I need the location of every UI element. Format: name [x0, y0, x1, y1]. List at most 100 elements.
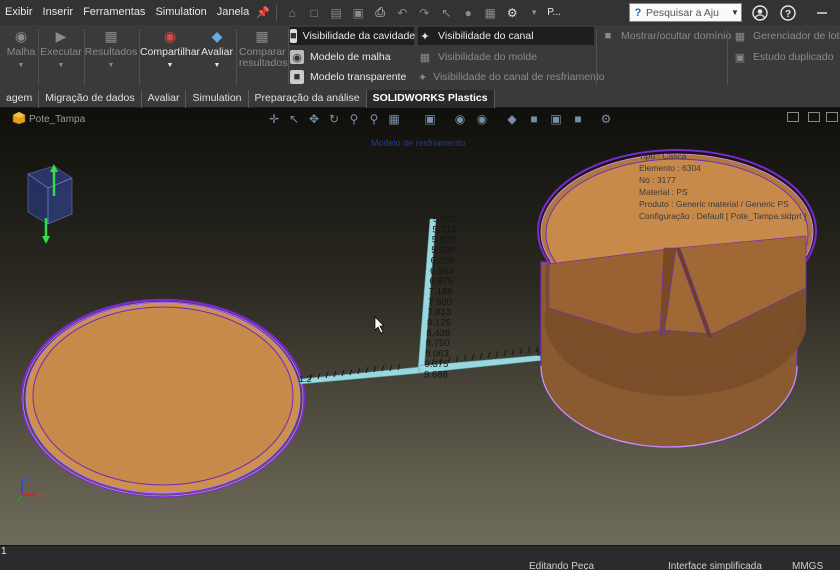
evaluate-button[interactable]: ◆ Avaliar ▼ — [200, 27, 234, 70]
chevron-down-icon[interactable]: ▼ — [214, 62, 221, 69]
info-type: Tipo : Casca — [639, 151, 687, 161]
batch-manager-label: Gerenciador de lotes — [753, 30, 840, 42]
runner-left-label: 1.2 — [299, 374, 312, 384]
chevron-down-icon[interactable]: ▼ — [18, 62, 25, 69]
view-orientation-icon[interactable]: ✛ — [265, 111, 283, 127]
compare-icon: ▦ — [255, 27, 269, 44]
realview-icon[interactable]: ■ — [569, 111, 587, 127]
view-cube[interactable] — [27, 164, 73, 244]
scale-label: 6.563 — [430, 266, 454, 277]
new-document-icon[interactable]: □ — [303, 3, 325, 23]
mouse-cursor — [374, 316, 385, 334]
channel-visibility-label: Visibilidade do canal — [438, 30, 534, 42]
search-input[interactable]: Pesquisar a Aju — [646, 7, 731, 19]
view-settings-icon[interactable]: ▣ — [547, 111, 565, 127]
cavity-visibility-toggle[interactable]: ■ Visibilidade da cavidade — [290, 27, 416, 45]
transparent-model-label: Modelo transparente — [310, 71, 407, 83]
mesh-model-toggle[interactable]: ◉ Modelo de malha — [290, 48, 414, 66]
scene-icon[interactable]: ■ — [525, 111, 543, 127]
status-units[interactable]: MMGS — [792, 561, 823, 570]
run-button[interactable]: ▶ Executar ▼ — [40, 27, 82, 70]
close-viewport-icon[interactable] — [826, 112, 838, 122]
feature-tree-part-name[interactable]: Pote_Tampa — [29, 114, 85, 125]
menu-exibir[interactable]: Exibir — [0, 0, 38, 25]
evaluate-icon: ◆ — [211, 27, 223, 44]
select-icon[interactable]: ↖ — [435, 3, 457, 23]
print-icon[interactable]: ⎙ — [369, 3, 391, 23]
cavity-visibility-label: Visibilidade da cavidade — [302, 30, 416, 42]
menu-ferramentas[interactable]: Ferramentas — [78, 0, 150, 25]
gear-icon[interactable]: ⚙ — [501, 3, 523, 23]
scale-label: 5.625 — [432, 235, 456, 246]
domain-icon: ■ — [604, 30, 612, 42]
pin-icon[interactable]: 📌 — [254, 6, 272, 19]
select-icon[interactable]: ↖ — [285, 111, 303, 127]
mesh-label: Malha — [6, 46, 36, 58]
status-interface[interactable]: Interface simplificada — [668, 561, 762, 570]
rotate-icon[interactable]: ↻ — [325, 111, 343, 127]
chevron-down-icon[interactable]: ▼ — [731, 8, 741, 17]
duplicate-study-label: Estudo duplicado — [753, 51, 834, 63]
save-icon[interactable]: ▣ — [347, 3, 369, 23]
redo-icon[interactable]: ↷ — [413, 3, 435, 23]
section-view-icon[interactable]: ▦ — [385, 111, 403, 127]
mesh-button[interactable]: ◉ Malha ▼ — [6, 27, 36, 70]
tab-avaliar[interactable]: Avaliar — [142, 90, 187, 108]
graphics-viewport[interactable]: 1.2 8000 5.0005.3135.6255.9386.2506.5636… — [0, 108, 840, 545]
scale-label: 9.375 — [425, 359, 449, 370]
run-label: Executar — [40, 46, 82, 58]
channel-visibility-toggle[interactable]: ✦ Visibilidade do canal — [418, 27, 594, 45]
mesh-icon: ◉ — [14, 27, 28, 44]
duplicate-study-button[interactable]: ▣ Estudo duplicado — [733, 48, 834, 66]
tab-preparacao-da-analise[interactable]: Preparação da análise — [249, 90, 367, 108]
separator — [236, 29, 237, 85]
maximize-viewport-icon[interactable] — [808, 112, 820, 122]
appearance-icon[interactable]: ◆ — [503, 111, 521, 127]
search-box[interactable]: ? Pesquisar a Aju ▼ — [629, 3, 742, 22]
chevron-down-icon[interactable]: ▼ — [523, 3, 545, 23]
compare-results-button[interactable]: ▦ Comparar resultados — [238, 27, 287, 69]
show-hide-domain-button[interactable]: ■ Mostrar/ocultar domínio — [601, 27, 732, 45]
tab-simulation[interactable]: Simulation — [186, 90, 249, 108]
zoom-to-fit-icon[interactable]: ⚲ — [345, 111, 363, 127]
menu-janela[interactable]: Janela — [212, 0, 254, 25]
user-icon[interactable] — [750, 3, 770, 23]
restore-viewport-icon[interactable] — [787, 112, 799, 122]
status-bar: 1 Editando Peça Interface simplificada M… — [0, 545, 840, 570]
traffic-light-icon[interactable]: ● — [457, 3, 479, 23]
open-folder-icon[interactable]: ▤ — [325, 3, 347, 23]
transparent-model-toggle[interactable]: ■ Modelo transparente — [290, 68, 414, 86]
lid-part[interactable] — [20, 298, 306, 498]
file-properties-icon[interactable]: ▦ — [479, 3, 501, 23]
chevron-down-icon[interactable]: ▼ — [108, 62, 115, 69]
results-button[interactable]: ▦ Resultados ▼ — [85, 27, 138, 70]
display-pane-icon[interactable]: ⚙ — [597, 111, 615, 127]
share-button[interactable]: ◉ Compartilhar ▼ — [140, 27, 200, 70]
hide-show-items-icon[interactable]: ◉ — [451, 111, 469, 127]
help-icon[interactable]: ? — [778, 3, 798, 23]
menu-simulation[interactable]: Simulation — [150, 0, 211, 25]
runner-system[interactable]: 1.2 8000 5.0005.3135.6255.9386.2506.5636… — [299, 214, 557, 385]
undo-icon[interactable]: ↶ — [391, 3, 413, 23]
display-style-icon[interactable]: ▣ — [421, 111, 439, 127]
minimize-icon[interactable] — [812, 3, 832, 23]
eye-icon[interactable]: ◉ — [473, 111, 491, 127]
cooling-channel-visibility-toggle[interactable]: ✦ Visibilidade do canal de resfriamento — [418, 68, 605, 86]
tab-migracao-de-dados[interactable]: Migração de dados — [39, 90, 142, 108]
status-editing: Editando Peça — [529, 561, 595, 570]
channel-icon: ✦ — [420, 30, 430, 43]
evaluate-label: Avaliar — [201, 46, 233, 58]
home-icon[interactable]: ⌂ — [281, 3, 303, 23]
tab-montagem[interactable]: agem — [0, 90, 40, 108]
chevron-down-icon[interactable]: ▼ — [58, 62, 65, 69]
mold-visibility-toggle[interactable]: ▦ Visibilidade do molde — [418, 48, 594, 66]
zoom-area-icon[interactable]: ⚲ — [365, 111, 383, 127]
tab-solidworks-plastics[interactable]: SOLIDWORKS Plastics — [366, 90, 495, 108]
quick-access-more[interactable]: P... — [545, 0, 563, 25]
menu-inserir[interactable]: Inserir — [38, 0, 79, 25]
part-icon — [12, 111, 26, 125]
chevron-down-icon[interactable]: ▼ — [167, 62, 174, 69]
pan-icon[interactable]: ✥ — [305, 111, 323, 127]
batch-manager-button[interactable]: ▦ Gerenciador de lotes — [733, 27, 840, 45]
separator — [596, 29, 597, 85]
